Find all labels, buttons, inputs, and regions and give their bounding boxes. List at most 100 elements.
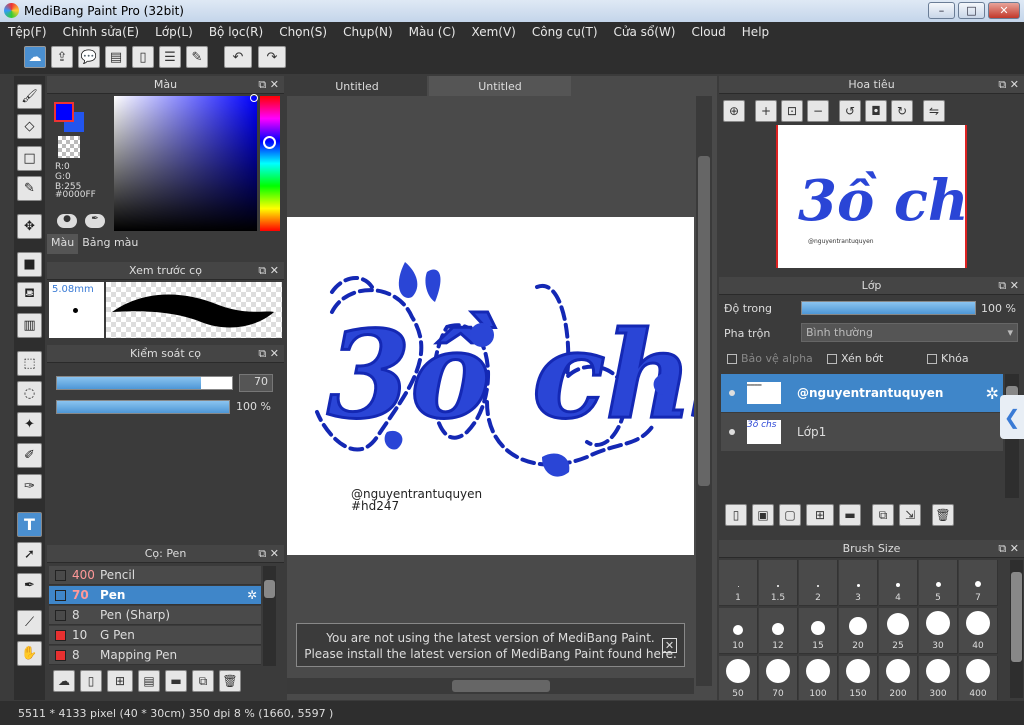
new-brush-icon[interactable]: ▯ <box>80 670 102 692</box>
hue-cursor[interactable] <box>263 136 276 149</box>
select-pen-tool-icon[interactable]: ✐ <box>17 443 42 468</box>
sv-cursor[interactable] <box>250 94 258 102</box>
brush-tool-icon[interactable]: 🖌 <box>17 84 42 109</box>
panel-close-icon[interactable]: ⧉ ✕ <box>258 78 279 92</box>
brush-item-mapping-pen[interactable]: 8 Mapping Pen <box>49 646 261 665</box>
menu-edit[interactable]: Chỉnh sửa(E) <box>55 25 148 39</box>
edit-list-icon[interactable]: ✎ <box>186 46 208 68</box>
rectangle-tool-icon[interactable]: □ <box>17 146 42 171</box>
new-halftone-layer-icon[interactable]: ▣ <box>752 504 774 526</box>
duplicate-icon[interactable]: ⧉ <box>192 670 214 692</box>
brush-size-cell[interactable]: 40 <box>959 608 998 654</box>
fill-rect-tool-icon[interactable]: ■ <box>17 252 42 277</box>
menu-tools[interactable]: Công cụ(T) <box>524 25 606 39</box>
operation-tool-icon[interactable]: ➚ <box>17 542 42 567</box>
cloud-icon[interactable]: ☁ <box>24 46 46 68</box>
hand-tool-icon[interactable]: ✋ <box>17 641 42 666</box>
brush-item-g-pen[interactable]: 10 G Pen <box>49 626 261 645</box>
add-layer-menu-icon[interactable]: ⊞ <box>806 504 834 526</box>
panel-close-icon[interactable]: ⧉ ✕ <box>998 279 1019 293</box>
brush-size-slider[interactable] <box>56 376 233 390</box>
list-icon[interactable]: ☰ <box>159 46 181 68</box>
rotate-right-icon[interactable]: ↻ <box>891 100 913 122</box>
brush-item-pencil[interactable]: 400 Pencil <box>49 566 261 585</box>
tab-document-2[interactable]: Untitled <box>429 76 571 96</box>
brush-size-cell[interactable]: 1.5 <box>759 560 798 606</box>
text-tool-icon[interactable]: T <box>17 512 42 537</box>
brush-size-cell[interactable]: 20 <box>839 608 878 654</box>
merge-layer-icon[interactable]: ⇲ <box>899 504 921 526</box>
delete-layer-icon[interactable]: 🗑 <box>932 504 954 526</box>
notice-close-icon[interactable]: ✕ <box>662 638 677 653</box>
tab-color[interactable]: Màu <box>47 234 79 254</box>
menu-window[interactable]: Cửa sổ(W) <box>606 25 684 39</box>
panel-close-icon[interactable]: ⧉ ✕ <box>258 547 279 561</box>
move-tool-icon[interactable]: ✥ <box>17 214 42 239</box>
add-brush-icon[interactable]: ⊞ <box>107 670 133 692</box>
saturation-value-picker[interactable] <box>114 96 257 231</box>
brush-opacity-slider[interactable] <box>56 400 230 414</box>
panel-close-icon[interactable]: ⧉ ✕ <box>998 542 1019 556</box>
lasso-tool-icon[interactable]: ◌ <box>17 381 42 406</box>
gradient-tool-icon[interactable]: ▥ <box>17 313 42 338</box>
menu-select[interactable]: Chọn(S) <box>271 25 335 39</box>
blend-mode-select[interactable]: Bình thường ▾ <box>801 323 1018 342</box>
color-mode-icon[interactable]: ● <box>57 214 77 228</box>
menu-file[interactable]: Tệp(F) <box>0 25 55 39</box>
layer-row-layer1[interactable]: 3ồ chs Lớp1 <box>721 413 1003 451</box>
layer-visibility-icon[interactable] <box>729 390 735 396</box>
brush-settings-icon[interactable]: ▤ <box>138 670 160 692</box>
zoom-out-icon[interactable]: − <box>807 100 829 122</box>
flip-icon[interactable]: ⇋ <box>923 100 945 122</box>
brush-size-cell[interactable]: 5 <box>919 560 958 606</box>
menu-color[interactable]: Màu (C) <box>401 25 464 39</box>
clipping-checkbox[interactable]: Xén bớt <box>827 352 883 365</box>
panel-close-icon[interactable]: ⧉ ✕ <box>258 264 279 278</box>
hue-slider[interactable] <box>260 96 280 231</box>
layer-settings-gear-icon[interactable]: ✲ <box>986 384 999 403</box>
dropper-icon[interactable]: ✒ <box>85 214 105 228</box>
brush-size-scrollbar[interactable] <box>1010 560 1023 698</box>
lock-checkbox[interactable]: Khóa <box>927 352 969 365</box>
select-eraser-tool-icon[interactable]: ✑ <box>17 474 42 499</box>
brush-size-cell[interactable]: 10 <box>719 608 758 654</box>
divide-tool-icon[interactable]: ⟋ <box>17 610 42 635</box>
rotate-left-icon[interactable]: ↺ <box>839 100 861 122</box>
canvas-vertical-scrollbar[interactable] <box>696 96 712 686</box>
menu-view[interactable]: Xem(V) <box>464 25 524 39</box>
brush-size-cell[interactable]: 1 <box>719 560 758 606</box>
delete-brush-icon[interactable]: 🗑 <box>219 670 241 692</box>
brush-size-cell[interactable]: 400 <box>959 656 998 700</box>
brush-settings-gear-icon[interactable]: ✲ <box>247 588 257 602</box>
folder-icon[interactable]: ▬ <box>165 670 187 692</box>
brush-size-cell[interactable]: 100 <box>799 656 838 700</box>
brush-size-cell[interactable]: 300 <box>919 656 958 700</box>
redo-icon[interactable]: ↷ <box>258 46 286 68</box>
menu-help[interactable]: Help <box>734 25 777 39</box>
panel-close-icon[interactable]: ⧉ ✕ <box>998 78 1019 92</box>
new-1bit-layer-icon[interactable]: ▢ <box>779 504 801 526</box>
new-layer-icon[interactable]: ▯ <box>725 504 747 526</box>
navigator-thumbnail[interactable]: 3ồ chs @nguyentrantuquyen <box>776 125 1000 268</box>
brush-size-cell[interactable]: 7 <box>959 560 998 606</box>
zoom-fit-icon[interactable]: ⊕ <box>723 100 745 122</box>
undo-icon[interactable]: ↶ <box>224 46 252 68</box>
menu-snap[interactable]: Chụp(N) <box>335 25 401 39</box>
brush-size-cell[interactable]: 70 <box>759 656 798 700</box>
page-icon[interactable]: ▯ <box>132 46 154 68</box>
magic-wand-tool-icon[interactable]: ✦ <box>17 412 42 437</box>
eraser-tool-icon[interactable]: ◇ <box>17 114 42 139</box>
brush-size-value[interactable]: 70 <box>239 374 273 392</box>
brush-list-scrollbar[interactable] <box>263 566 276 666</box>
brush-size-cell[interactable]: 25 <box>879 608 918 654</box>
transparent-color-swatch[interactable] <box>58 136 80 158</box>
layer-opacity-slider[interactable] <box>801 301 976 315</box>
brush-size-cell[interactable]: 2 <box>799 560 838 606</box>
cloud-brush-icon[interactable]: ☁ <box>53 670 75 692</box>
layer-folder-icon[interactable]: ▬ <box>839 504 861 526</box>
select-rect-tool-icon[interactable]: ⬚ <box>17 351 42 376</box>
expand-panel-chevron-icon[interactable]: ❮ <box>1000 395 1024 439</box>
dropper-tool-icon[interactable]: ✒ <box>17 573 42 598</box>
tab-palette[interactable]: Bảng màu <box>78 234 142 254</box>
brush-size-cell[interactable]: 30 <box>919 608 958 654</box>
